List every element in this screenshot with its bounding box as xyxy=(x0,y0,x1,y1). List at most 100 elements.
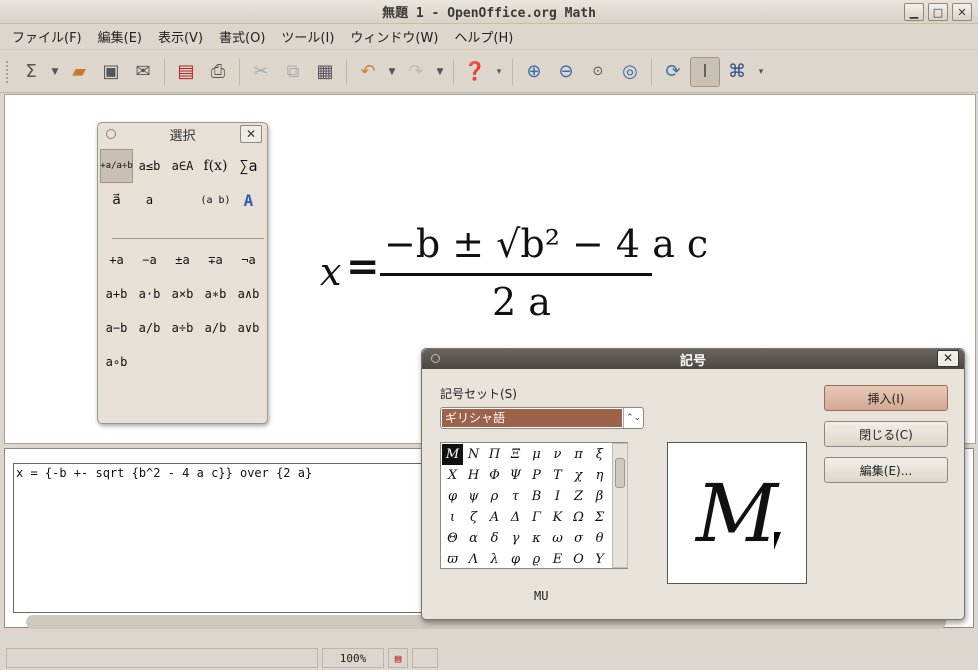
zoom-100-icon[interactable]: ⊙ xyxy=(583,57,613,87)
symbol-grid-scrollbar[interactable] xyxy=(612,443,628,568)
symbol-cell[interactable]: μ xyxy=(526,444,547,465)
open-folder-icon[interactable]: ▰ xyxy=(64,57,94,87)
symbol-cell[interactable]: ϱ xyxy=(526,549,547,568)
toolbar-more-icon[interactable]: ▾ xyxy=(492,57,506,87)
set-operations-category[interactable]: a∈A xyxy=(166,149,199,183)
minusplus-a-button[interactable]: ∓a xyxy=(199,243,232,277)
a-circ-b-button[interactable]: a∘b xyxy=(100,345,133,379)
symbol-cell[interactable]: Τ xyxy=(547,465,568,486)
symbol-cell[interactable]: Π xyxy=(484,444,505,465)
symbol-cell[interactable]: φ xyxy=(442,486,463,507)
redo-icon[interactable]: ↷ xyxy=(401,57,431,87)
chevron-updown-icon[interactable]: ⌃⌄ xyxy=(623,408,643,428)
symbol-cell[interactable]: ι xyxy=(442,507,463,528)
symbol-cell[interactable]: Ψ xyxy=(505,465,526,486)
pdf-export-icon[interactable]: ▤ xyxy=(171,57,201,87)
symbol-cell[interactable]: φ xyxy=(505,549,526,568)
symbol-cell[interactable]: Χ xyxy=(442,465,463,486)
symbol-cell[interactable]: θ xyxy=(589,528,610,549)
symbol-cell[interactable]: Ε xyxy=(547,549,568,568)
print-icon[interactable]: ⎙ xyxy=(203,57,233,87)
relations-category[interactable]: a≤b xyxy=(133,149,166,183)
plus-a-button[interactable]: +a xyxy=(100,243,133,277)
symbol-cell[interactable]: σ xyxy=(568,528,589,549)
brackets-category[interactable]: a xyxy=(133,183,166,217)
symbol-cell[interactable]: κ xyxy=(526,528,547,549)
dialog-menu-icon[interactable] xyxy=(431,354,440,363)
scroll-thumb[interactable] xyxy=(615,458,625,488)
symbol-cell[interactable]: Α xyxy=(484,507,505,528)
functions-category[interactable]: f(x) xyxy=(199,149,232,183)
a-cdot-b-button[interactable]: a·b xyxy=(133,277,166,311)
copy-icon[interactable]: ⧉ xyxy=(278,57,308,87)
plusminus-a-button[interactable]: ±a xyxy=(166,243,199,277)
menu-file[interactable]: ファイル(F) xyxy=(4,27,90,46)
a-plus-b-button[interactable]: a+b xyxy=(100,277,133,311)
symbol-cell[interactable]: η xyxy=(589,465,610,486)
symbol-cell[interactable]: ρ xyxy=(484,486,505,507)
minimize-button[interactable]: ▁ xyxy=(904,3,924,21)
symbol-cell[interactable]: Θ xyxy=(442,528,463,549)
new-sigma-icon[interactable]: Σ xyxy=(16,57,46,87)
email-icon[interactable]: ✉ xyxy=(128,57,158,87)
a-times-b-button[interactable]: a×b xyxy=(166,277,199,311)
redo-dropdown-icon[interactable]: ▼ xyxy=(433,57,447,87)
menu-help[interactable]: ヘルプ(H) xyxy=(446,27,521,46)
symbol-cell[interactable]: β xyxy=(589,486,610,507)
symbol-cell[interactable]: δ xyxy=(484,528,505,549)
zoom-out-icon[interactable]: ⊖ xyxy=(551,57,581,87)
symbol-cell[interactable]: M xyxy=(442,444,463,465)
symbol-cell[interactable]: Κ xyxy=(547,507,568,528)
symbol-cell[interactable]: ξ xyxy=(589,444,610,465)
close-button[interactable]: ✕ xyxy=(952,3,972,21)
symbol-cell[interactable]: Ι xyxy=(547,486,568,507)
window-menu-icon[interactable] xyxy=(106,129,116,139)
a-div-b-button[interactable]: a÷b xyxy=(166,311,199,345)
menu-window[interactable]: ウィンドウ(W) xyxy=(342,27,446,46)
symbol-cell[interactable]: ϖ xyxy=(442,549,463,568)
a-or-b-button[interactable]: a∨b xyxy=(232,311,265,345)
symbol-cell[interactable]: Ω xyxy=(568,507,589,528)
paste-icon[interactable]: ▦ xyxy=(310,57,340,87)
maximize-button[interactable]: □ xyxy=(928,3,948,21)
minus-a-button[interactable]: −a xyxy=(133,243,166,277)
show-all-icon[interactable]: ◎ xyxy=(615,57,645,87)
symbol-cell[interactable]: Γ xyxy=(526,507,547,528)
symbol-cell[interactable]: Λ xyxy=(463,549,484,568)
formats-category[interactable]: (a b) xyxy=(199,183,232,217)
help-icon[interactable]: ❓ xyxy=(460,57,490,87)
symbol-cell[interactable]: ζ xyxy=(463,507,484,528)
formula-cursor-icon[interactable]: Ⅰ xyxy=(690,56,720,87)
a-slash-b-button[interactable]: a/b xyxy=(199,311,232,345)
symbol-set-select[interactable]: ギリシャ語 ⌃⌄ xyxy=(440,407,644,429)
insert-button[interactable]: 挿入(I) xyxy=(824,385,948,411)
new-dropdown-icon[interactable]: ▼ xyxy=(48,57,62,87)
command-text[interactable]: x = {-b +- sqrt {b^2 - 4 a c}} over {2 a… xyxy=(16,466,312,480)
cut-icon[interactable]: ✂ xyxy=(246,57,276,87)
selection-close-button[interactable]: ✕ xyxy=(240,125,262,143)
undo-icon[interactable]: ↶ xyxy=(353,57,383,87)
a-over-b-button[interactable]: a/b xyxy=(133,311,166,345)
symbol-cell[interactable]: λ xyxy=(484,549,505,568)
menu-tools[interactable]: ツール(I) xyxy=(273,27,342,46)
zoom-status[interactable]: 100% xyxy=(322,648,384,668)
update-icon[interactable]: ⟳ xyxy=(658,57,688,87)
a-and-b-button[interactable]: a∧b xyxy=(232,277,265,311)
symbol-cell[interactable]: α xyxy=(463,528,484,549)
symbol-cell[interactable]: τ xyxy=(505,486,526,507)
symbol-cell[interactable]: Ο xyxy=(568,549,589,568)
not-a-button[interactable]: ¬a xyxy=(232,243,265,277)
symbol-cell[interactable]: Ζ xyxy=(568,486,589,507)
others-category[interactable]: A xyxy=(232,183,265,217)
symbol-cell[interactable]: ω xyxy=(547,528,568,549)
symbol-cell[interactable]: Ξ xyxy=(505,444,526,465)
symbol-cell[interactable]: N xyxy=(463,444,484,465)
symbol-cell[interactable]: χ xyxy=(568,465,589,486)
close-dialog-button[interactable]: 閉じる(C) xyxy=(824,421,948,447)
symbol-cell[interactable]: ν xyxy=(547,444,568,465)
menu-format[interactable]: 書式(O) xyxy=(211,27,273,46)
operators-category[interactable]: ∑a xyxy=(232,149,265,183)
symbol-cell[interactable]: ψ xyxy=(463,486,484,507)
symbol-cell[interactable]: Φ xyxy=(484,465,505,486)
symbol-cell[interactable]: Υ xyxy=(589,549,610,568)
